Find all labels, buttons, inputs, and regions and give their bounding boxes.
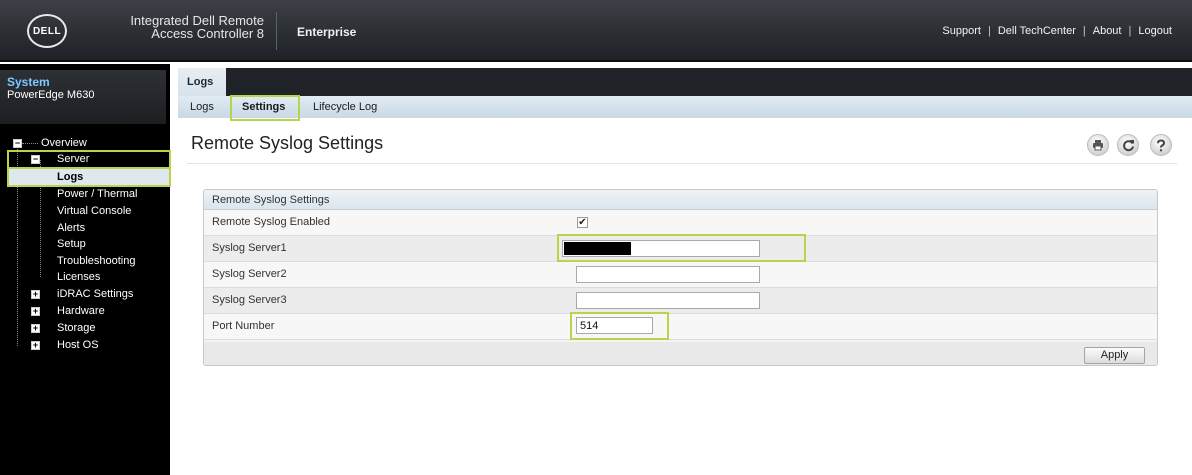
system-title: System xyxy=(7,75,50,89)
panel-header: Remote Syslog Settings xyxy=(204,190,1157,210)
idrac-window: DELL Integrated Dell Remote Access Contr… xyxy=(0,0,1192,475)
dell-logo: DELL xyxy=(27,14,67,48)
license-edition: Enterprise xyxy=(297,25,357,39)
title-divider xyxy=(187,163,1177,164)
tree-item-label: Alerts xyxy=(57,222,86,234)
server1-highlight xyxy=(557,234,806,262)
row-syslog-server3: Syslog Server3 xyxy=(204,288,1157,314)
system-model: PowerEdge M630 xyxy=(7,89,95,101)
expand-icon[interactable]: + xyxy=(31,290,40,299)
tree-item-label: Server xyxy=(57,153,90,165)
link-separator: | xyxy=(1128,25,1132,37)
tree-item-label: Virtual Console xyxy=(57,205,132,217)
row-syslog-server1: Syslog Server1 xyxy=(204,234,1157,262)
tree-item-server[interactable]: − Server xyxy=(0,151,170,168)
top-header: DELL Integrated Dell Remote Access Contr… xyxy=(0,0,1192,62)
help-icon-glyph xyxy=(1157,138,1166,151)
port-number-label: Port Number xyxy=(212,320,275,332)
tree-item-label: Logs xyxy=(57,171,84,183)
syslog-server3-input[interactable] xyxy=(576,292,760,309)
row-syslog-server2: Syslog Server2 xyxy=(204,262,1157,288)
sub-tab-bar: Logs Settings Lifecycle Log xyxy=(178,95,1192,121)
tree-item-label: Troubleshooting xyxy=(57,255,136,267)
link-separator: | xyxy=(1082,25,1086,37)
logout-link[interactable]: Logout xyxy=(1138,25,1172,37)
tree-item-label: Overview xyxy=(41,137,87,149)
main-tab-bar: Logs xyxy=(178,68,1192,96)
dell-techcenter-link[interactable]: Dell TechCenter xyxy=(998,25,1076,37)
tree-item-label: Storage xyxy=(57,322,96,334)
tree-item-host-os[interactable]: + Host OS xyxy=(0,337,170,354)
tree-item-virtual-console[interactable]: Virtual Console xyxy=(0,203,170,220)
about-link[interactable]: About xyxy=(1093,25,1122,37)
row-remote-syslog-enabled: Remote Syslog Enabled ✔ xyxy=(204,210,1157,236)
tree-item-label: Setup xyxy=(57,238,86,250)
support-link[interactable]: Support xyxy=(942,25,981,37)
tab-logs[interactable]: Logs xyxy=(178,68,226,96)
collapse-icon[interactable]: − xyxy=(13,139,22,148)
page-title: Remote Syslog Settings xyxy=(191,133,384,153)
link-separator: | xyxy=(987,25,991,37)
remote-syslog-enabled-checkbox[interactable]: ✔ xyxy=(577,217,588,228)
expand-icon[interactable]: + xyxy=(31,324,40,333)
tree-item-hardware[interactable]: + Hardware xyxy=(0,303,170,320)
apply-button[interactable]: Apply xyxy=(1084,347,1145,364)
print-icon[interactable] xyxy=(1087,134,1109,156)
syslog-server2-label: Syslog Server2 xyxy=(212,268,287,280)
remote-syslog-panel: Remote Syslog Settings Remote Syslog Ena… xyxy=(203,189,1158,366)
product-title-line2: Access Controller 8 xyxy=(151,26,264,41)
system-summary[interactable]: System PowerEdge M630 xyxy=(0,70,166,124)
settings-tab-highlight xyxy=(230,95,300,121)
tree-item-label: Power / Thermal xyxy=(57,188,138,200)
port-highlight xyxy=(570,312,669,340)
tree-item-setup[interactable]: Setup xyxy=(0,236,170,253)
expand-icon[interactable]: + xyxy=(31,341,40,350)
subtab-logs[interactable]: Logs xyxy=(190,101,214,113)
collapse-icon[interactable]: − xyxy=(31,155,40,164)
syslog-server3-label: Syslog Server3 xyxy=(212,294,287,306)
syslog-server2-input[interactable] xyxy=(576,266,760,283)
product-title: Integrated Dell Remote Access Controller… xyxy=(124,14,264,40)
syslog-server1-label: Syslog Server1 xyxy=(212,242,287,254)
tree-item-label: Hardware xyxy=(57,305,105,317)
tree-item-label: Host OS xyxy=(57,339,99,351)
refresh-icon[interactable] xyxy=(1117,134,1139,156)
expand-icon[interactable]: + xyxy=(31,307,40,316)
panel-footer: Apply xyxy=(204,342,1157,365)
help-icon[interactable] xyxy=(1150,134,1172,156)
tree-item-troubleshooting[interactable]: Troubleshooting xyxy=(0,253,170,270)
tree-item-licenses[interactable]: Licenses xyxy=(0,269,170,286)
tree-item-label: Licenses xyxy=(57,271,101,283)
refresh-icon-glyph xyxy=(1122,139,1134,151)
print-icon-glyph xyxy=(1093,140,1103,151)
header-links: Support | Dell TechCenter | About | Logo… xyxy=(942,25,1172,37)
tree-item-label: iDRAC Settings xyxy=(57,288,134,300)
tree-item-logs[interactable]: Logs xyxy=(0,169,170,186)
tree-item-storage[interactable]: + Storage xyxy=(0,320,170,337)
tree-item-power-thermal[interactable]: Power / Thermal xyxy=(0,186,170,203)
remote-syslog-enabled-label: Remote Syslog Enabled xyxy=(212,216,331,228)
subtab-lifecycle-log[interactable]: Lifecycle Log xyxy=(313,101,377,113)
header-divider xyxy=(276,12,277,50)
tree-item-idrac-settings[interactable]: + iDRAC Settings xyxy=(0,286,170,303)
sidebar: System PowerEdge M630 − Overview − Serve… xyxy=(0,64,171,475)
row-port-number: Port Number xyxy=(204,312,1157,340)
tree-item-alerts[interactable]: Alerts xyxy=(0,220,170,237)
